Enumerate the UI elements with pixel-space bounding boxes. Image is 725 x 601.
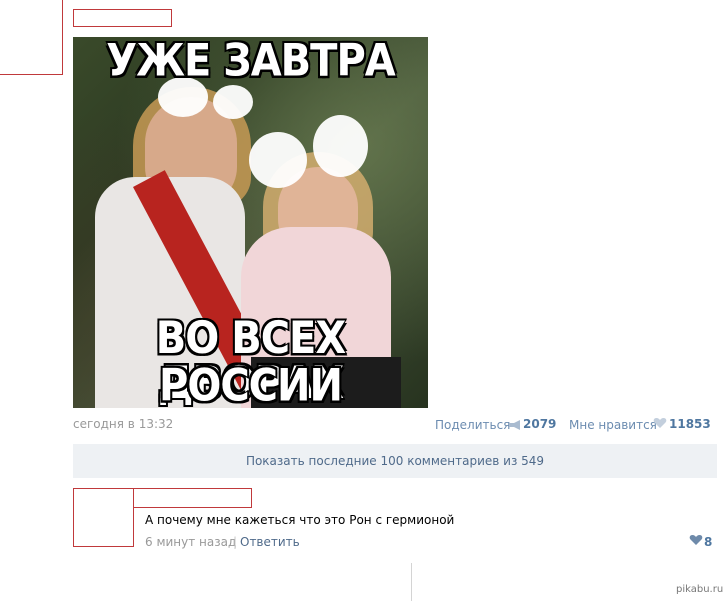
post-image[interactable]: УЖЕ ЗАВТРА ВО ВСЕХ ДВОРАХ РОССИИ	[73, 37, 428, 408]
show-more-comments-button[interactable]: Показать последние 100 комментариев из 5…	[73, 444, 717, 478]
image-figure	[313, 115, 368, 177]
redacted-commenter-avatar	[73, 488, 134, 547]
redacted-commenter-name	[133, 488, 252, 508]
divider	[411, 563, 412, 601]
comment-time[interactable]: 6 минут назад	[145, 535, 236, 549]
image-figure	[213, 85, 253, 119]
comment-text: А почему мне кажеться что это Рон с герм…	[145, 513, 455, 527]
redacted-avatar-top	[0, 0, 63, 75]
like-button[interactable]: Мне нравится	[569, 418, 657, 432]
image-figure	[249, 132, 307, 188]
like-count: 11853	[669, 417, 711, 431]
share-count: 2079	[523, 417, 557, 431]
comment-separator: |	[233, 535, 238, 549]
reply-button[interactable]: Ответить	[240, 535, 300, 549]
image-caption-bottom-line2: РОССИИ	[158, 360, 344, 408]
watermark: pikabu.ru	[676, 584, 724, 595]
comment-heart-icon[interactable]	[689, 534, 703, 550]
share-button[interactable]: Поделиться	[435, 418, 510, 432]
megaphone-icon[interactable]	[508, 419, 522, 434]
redacted-author-name-top	[73, 9, 172, 27]
image-caption-top: УЖЕ ЗАВТРА	[105, 37, 396, 87]
comment-like-count: 8	[704, 535, 713, 549]
post-date[interactable]: сегодня в 13:32	[73, 417, 173, 431]
heart-icon[interactable]	[653, 417, 667, 432]
